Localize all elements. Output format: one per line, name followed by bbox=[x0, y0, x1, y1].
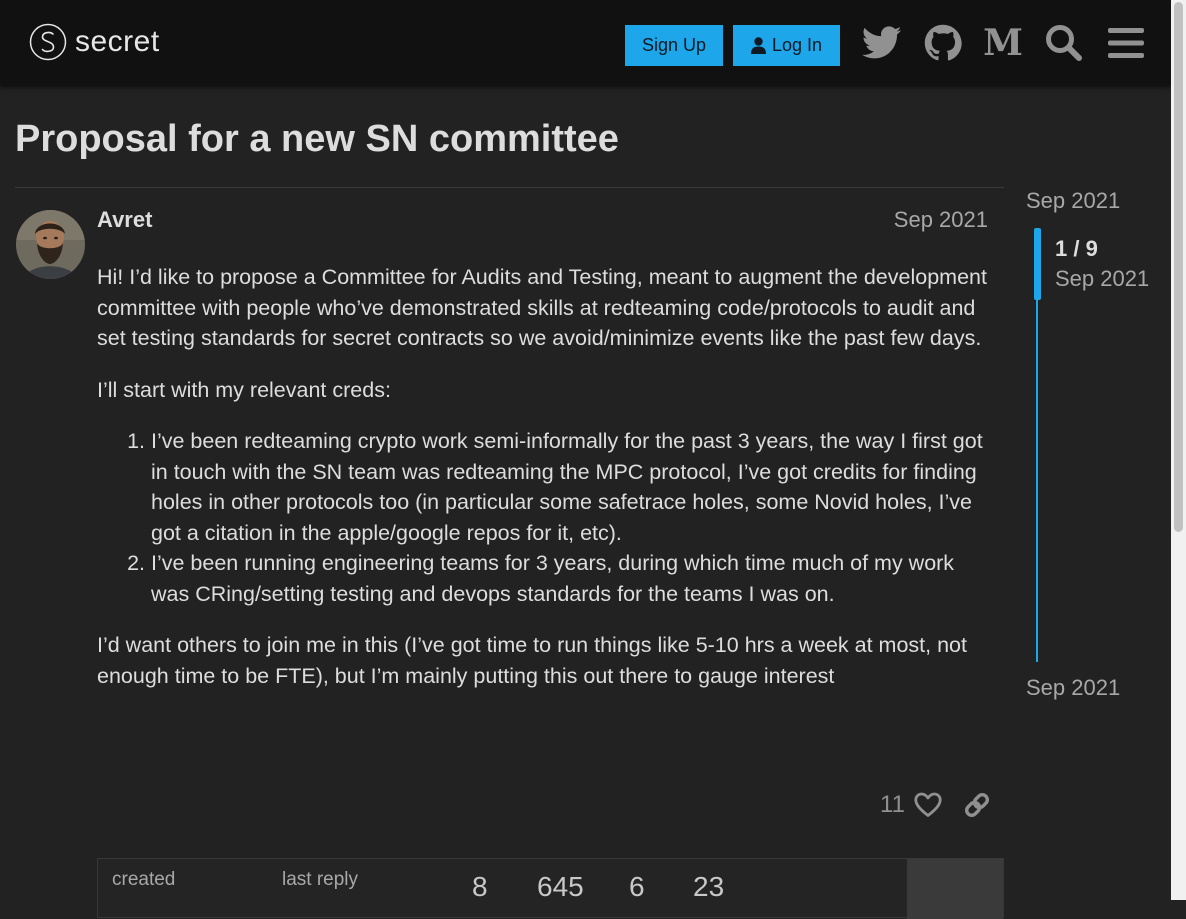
timeline-end-date[interactable]: Sep 2021 bbox=[1026, 675, 1120, 701]
created-label: created bbox=[112, 869, 176, 890]
page-scrollbar[interactable] bbox=[1171, 0, 1186, 900]
user-icon bbox=[750, 37, 766, 54]
logo-text: secret bbox=[75, 25, 160, 58]
heart-icon bbox=[914, 792, 942, 817]
topic-map: created last reply 8 645 6 23 bbox=[97, 858, 1004, 919]
timeline-start-date[interactable]: Sep 2021 bbox=[1026, 188, 1120, 214]
scrollbar-thumb[interactable] bbox=[1174, 2, 1183, 532]
creds-list: I’ve been redteaming crypto work semi-in… bbox=[97, 426, 992, 609]
secret-logo-icon bbox=[29, 23, 67, 61]
github-icon[interactable] bbox=[922, 22, 964, 64]
likes-count: 23 bbox=[693, 871, 725, 902]
last-reply-label: last reply bbox=[282, 869, 359, 890]
topic-title[interactable]: Proposal for a new SN committee bbox=[15, 118, 619, 161]
post-content: Hi! I’d like to propose a Committee for … bbox=[97, 262, 992, 712]
list-item: I’ve been running engineering teams for … bbox=[151, 548, 992, 609]
avatar[interactable] bbox=[16, 210, 85, 279]
timeline-position: 1 / 9 bbox=[1055, 236, 1098, 261]
hamburger-menu-icon[interactable] bbox=[1105, 22, 1147, 64]
post-paragraph: Hi! I’d like to propose a Committee for … bbox=[97, 265, 987, 350]
share-link-button[interactable] bbox=[963, 785, 991, 825]
site-header: secret Sign Up Log In M bbox=[0, 0, 1171, 86]
topic-map-expand-button[interactable] bbox=[907, 859, 1003, 919]
post-paragraph: I’ll start with my relevant creds: bbox=[97, 377, 391, 402]
post-paragraph: I’d want others to join me in this (I’ve… bbox=[97, 633, 967, 688]
post-author[interactable]: Avret bbox=[97, 207, 152, 233]
views-count: 645 bbox=[537, 871, 584, 902]
sign-up-button[interactable]: Sign Up bbox=[625, 25, 723, 66]
link-icon bbox=[964, 792, 990, 818]
medium-icon[interactable]: M bbox=[982, 22, 1024, 64]
sign-up-label: Sign Up bbox=[641, 35, 707, 55]
timeline-position-date: Sep 2021 bbox=[1055, 266, 1150, 291]
site-logo[interactable]: secret bbox=[29, 23, 160, 61]
search-icon[interactable] bbox=[1043, 22, 1085, 64]
like-count: 11 bbox=[880, 791, 905, 818]
twitter-icon[interactable] bbox=[861, 22, 903, 64]
users-count: 6 bbox=[629, 871, 645, 902]
log-in-label: Log In bbox=[771, 35, 823, 55]
log-in-button[interactable]: Log In bbox=[733, 25, 840, 66]
timeline-track[interactable] bbox=[1036, 300, 1038, 662]
title-divider bbox=[15, 187, 1004, 188]
post-date[interactable]: Sep 2021 bbox=[894, 207, 988, 233]
svg-text:M: M bbox=[983, 26, 1023, 60]
timeline-handle[interactable] bbox=[1034, 228, 1041, 300]
list-item: I’ve been redteaming crypto work semi-in… bbox=[151, 426, 992, 548]
like-button[interactable]: 11 bbox=[880, 785, 942, 825]
replies-count: 8 bbox=[472, 871, 488, 902]
